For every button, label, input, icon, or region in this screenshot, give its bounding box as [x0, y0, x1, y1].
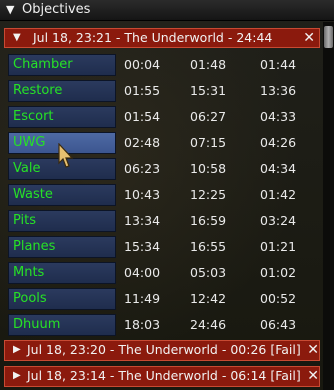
end-time: 12:42: [190, 291, 227, 306]
objective-button-mnts[interactable]: Mnts: [8, 262, 116, 284]
objective-row: Escort 01:54 06:27 04:33: [8, 106, 318, 128]
objective-row: Pools 11:49 12:42 00:52: [8, 288, 318, 310]
start-time: 02:48: [124, 135, 161, 150]
end-time: 01:48: [190, 57, 227, 72]
objective-button-pits[interactable]: Pits: [8, 210, 116, 232]
objective-row: Chamber 00:04 01:48 01:44: [8, 54, 318, 76]
objective-button-escort[interactable]: Escort: [8, 106, 116, 128]
duration: 03:24: [260, 213, 297, 228]
objective-row: Restore 01:55 15:31 13:36: [8, 80, 318, 102]
duration: 00:52: [260, 291, 297, 306]
triangle-right-icon[interactable]: ▶: [13, 367, 21, 385]
duration: 04:26: [260, 135, 297, 150]
start-time: 06:23: [124, 161, 161, 176]
start-time: 00:04: [124, 57, 161, 72]
run-label: Jul 18, 23:20 - The Underworld - 00:26 […: [27, 342, 301, 357]
close-icon[interactable]: ✕: [303, 29, 315, 47]
run-label: Jul 18, 23:14 - The Underworld - 06:14 […: [27, 368, 301, 383]
scrollbar[interactable]: [323, 22, 334, 390]
duration: 01:44: [260, 57, 297, 72]
end-time: 16:55: [190, 239, 227, 254]
start-time: 04:00: [124, 265, 161, 280]
objective-button-chamber[interactable]: Chamber: [8, 54, 116, 76]
duration: 04:34: [260, 161, 297, 176]
objective-button-planes[interactable]: Planes: [8, 236, 116, 258]
duration: 06:43: [260, 317, 297, 332]
objective-row: Dhuum 18:03 24:46 06:43: [8, 314, 318, 336]
start-time: 01:55: [124, 83, 161, 98]
objective-row: UWG 02:48 07:15 04:26: [8, 132, 318, 154]
objective-row: Pits 13:34 16:59 03:24: [8, 210, 318, 232]
duration: 04:33: [260, 109, 297, 124]
objective-button-pools[interactable]: Pools: [8, 288, 116, 310]
window-title: Objectives: [22, 2, 91, 17]
close-icon[interactable]: ✕: [306, 367, 319, 385]
end-time: 16:59: [190, 213, 227, 228]
close-icon[interactable]: ✕: [306, 341, 319, 359]
duration: 01:42: [260, 187, 297, 202]
run-label: Jul 18, 23:21 - The Underworld - 24:44: [33, 30, 273, 45]
mouse-cursor-icon: [58, 143, 74, 168]
end-time: 24:46: [190, 317, 227, 332]
start-time: 15:34: [124, 239, 161, 254]
end-time: 07:15: [190, 135, 227, 150]
start-time: 13:34: [124, 213, 161, 228]
duration: 01:21: [260, 239, 297, 254]
objective-row: Vale 06:23 10:58 04:34: [8, 158, 318, 180]
objective-row: Planes 15:34 16:55 01:21: [8, 236, 318, 258]
collapse-triangle-icon[interactable]: ▼: [6, 0, 14, 20]
objective-row: Mnts 04:00 05:03 01:02: [8, 262, 318, 284]
start-time: 18:03: [124, 317, 161, 332]
run-header-expanded[interactable]: ▼ Jul 18, 23:21 - The Underworld - 24:44…: [4, 28, 320, 48]
start-time: 01:54: [124, 109, 161, 124]
end-time: 05:03: [190, 265, 227, 280]
scrollbar-thumb[interactable]: [324, 26, 333, 48]
start-time: 10:43: [124, 187, 161, 202]
end-time: 12:25: [190, 187, 227, 202]
start-time: 11:49: [124, 291, 161, 306]
duration: 01:02: [260, 265, 297, 280]
end-time: 15:31: [190, 83, 227, 98]
objective-button-restore[interactable]: Restore: [8, 80, 116, 102]
end-time: 06:27: [190, 109, 227, 124]
run-header-collapsed[interactable]: ▶ Jul 18, 23:14 - The Underworld - 06:14…: [4, 366, 320, 387]
objective-button-dhuum[interactable]: Dhuum: [8, 314, 116, 336]
duration: 13:36: [260, 83, 297, 98]
triangle-down-icon[interactable]: ▼: [13, 29, 21, 47]
triangle-right-icon[interactable]: ▶: [13, 341, 21, 359]
end-time: 10:58: [190, 161, 227, 176]
run-header-collapsed[interactable]: ▶ Jul 18, 23:20 - The Underworld - 00:26…: [4, 340, 320, 361]
title-bar[interactable]: ▼ Objectives: [0, 0, 334, 21]
objective-row: Waste 10:43 12:25 01:42: [8, 184, 318, 206]
objective-button-waste[interactable]: Waste: [8, 184, 116, 206]
objectives-panel: ▼ Objectives ▼ Jul 18, 23:21 - The Under…: [0, 0, 334, 390]
